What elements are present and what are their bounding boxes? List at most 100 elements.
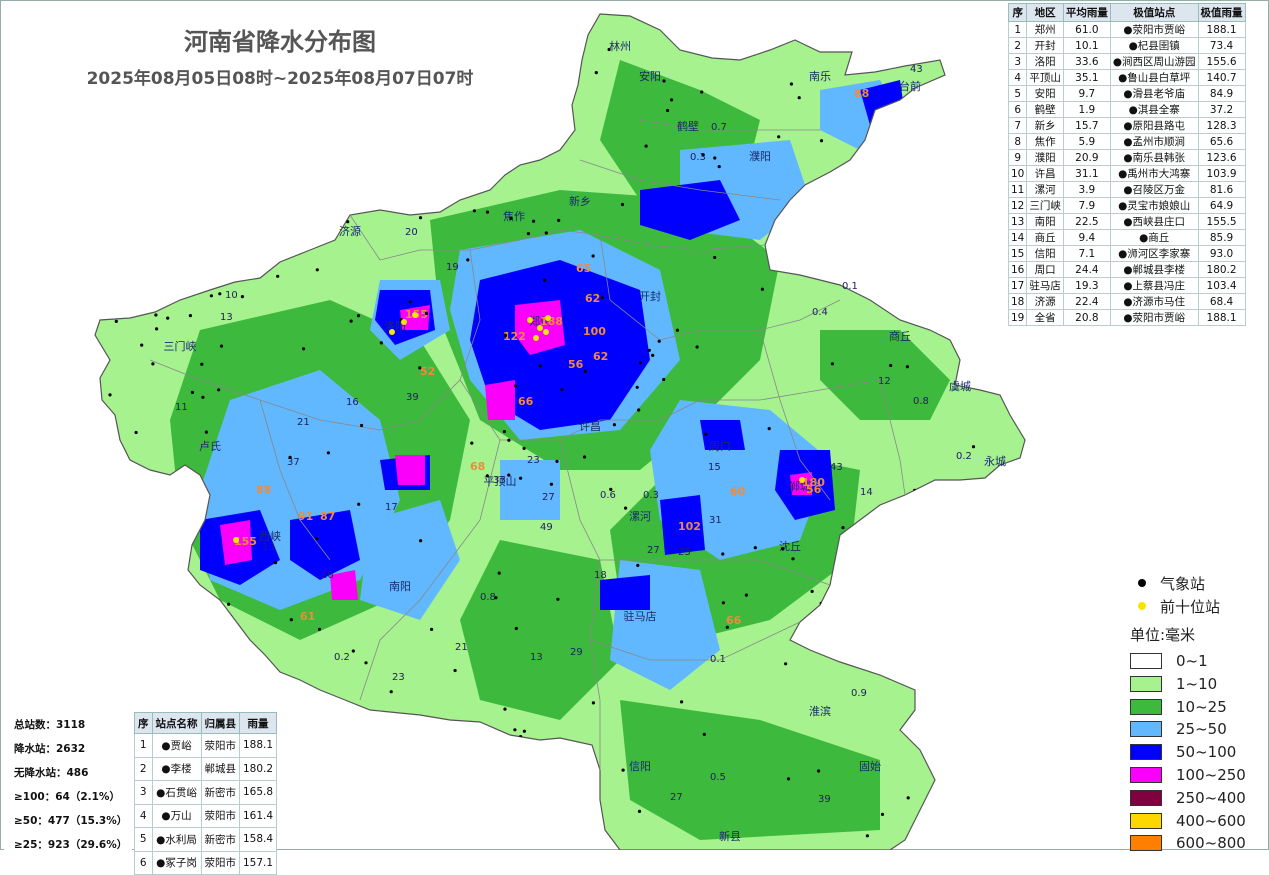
legend-swatch: [1130, 675, 1162, 692]
rain-value-label: 13: [262, 542, 275, 553]
station-dot: [130, 153, 134, 157]
city-table-cell: 35.1: [1062, 69, 1111, 86]
place-label: 三门峡: [164, 339, 197, 353]
rain-value-label: 0.1: [842, 281, 858, 292]
legend-bin: 0~1: [1130, 650, 1246, 673]
station-table-cell: 157.1: [238, 850, 278, 875]
station-dot: [418, 366, 422, 370]
place-label: 安阳: [639, 69, 661, 83]
station-dot: [261, 673, 265, 677]
station-dot: [420, 820, 424, 824]
city-table-cell: 10.1: [1062, 37, 1111, 54]
legend-bin: 100~250: [1130, 764, 1246, 787]
station-dot: [364, 661, 368, 665]
station-dot: [424, 311, 429, 316]
rain-value-label: 29: [570, 647, 583, 658]
city-table-cell: 1.9: [1062, 101, 1111, 118]
station-dot: [638, 361, 643, 365]
station-dot: [867, 146, 871, 150]
station-dot: [607, 47, 611, 52]
station-dot: [134, 430, 138, 435]
city-table-cell: ●济源市马住: [1109, 293, 1199, 310]
city-table-row: 3 洛阳 33.6 ●涧西区周山游园 155.6: [1007, 53, 1246, 70]
place-label: 南阳: [389, 580, 411, 593]
station-table-cell: 4: [134, 803, 153, 828]
rain-value-label: 27: [647, 545, 660, 556]
stat-line: ≥25：923（29.6%）: [14, 838, 128, 851]
station-dot: [521, 811, 525, 815]
city-table-cell: 8: [1007, 133, 1028, 150]
city-table-cell: ●鲁山县白草坪: [1109, 69, 1199, 86]
city-table-cell: 140.7: [1197, 69, 1246, 86]
station-dot: [472, 209, 476, 213]
city-table-cell: 84.9: [1197, 85, 1246, 102]
city-table-cell: 济源: [1026, 293, 1064, 310]
city-table-cell: 5.9: [1062, 133, 1111, 150]
legend-bin: 10~25: [1130, 695, 1246, 718]
station-dot: [260, 58, 264, 62]
top10-station-dot: [527, 317, 533, 323]
stat-line: 降水站：2632: [14, 742, 86, 755]
legend-bin: 600~800: [1130, 832, 1246, 855]
station-dot: [503, 707, 507, 711]
station-dot: [108, 423, 112, 427]
place-label: 驻马店: [624, 609, 657, 623]
station-dot: [485, 210, 490, 214]
city-table-cell: ●孟州市顺涧: [1109, 133, 1199, 150]
city-table-cell: 64.9: [1197, 197, 1246, 214]
station-dot: [717, 165, 721, 169]
rain-value-label: 39: [406, 392, 419, 403]
legend-bin-label: 400~600: [1176, 811, 1246, 830]
station-dot: [154, 313, 158, 317]
station-dot: [430, 627, 434, 632]
station-dot: [753, 546, 757, 550]
city-table-cell: 商丘: [1026, 229, 1064, 246]
city-table-cell: 9.7: [1062, 85, 1111, 102]
station-dot: [188, 314, 192, 318]
rain-value-label: 49: [540, 522, 553, 533]
station-dot: [973, 521, 978, 526]
city-table-cell: 3: [1007, 53, 1028, 70]
station-dot: [953, 814, 957, 818]
station-dot: [543, 278, 547, 282]
station-dot: [550, 103, 554, 107]
station-dot: [184, 160, 189, 164]
station-dot: [524, 155, 529, 159]
city-table-cell: 7.9: [1062, 197, 1111, 214]
rain-value-label: 102: [678, 520, 701, 533]
top-station-table: 序站点名称 归属县 雨量 1 ●贾峪 荥阳市 188.1 2 ●李楼 郸城县 180.2 3 ●石贯峪…: [134, 712, 278, 875]
station-table-cell: ●冢子岗: [151, 850, 202, 875]
place-label: 信阳: [629, 760, 651, 773]
rain-value-label: 10: [225, 290, 238, 301]
rain-value-label: 17: [385, 502, 398, 513]
city-table-cell: ●原阳县路屯: [1109, 117, 1199, 134]
station-dot: [528, 830, 532, 834]
station-dot: [135, 514, 139, 518]
station-dot: [140, 343, 144, 347]
legend-bin-label: 50~100: [1176, 743, 1237, 762]
station-dot: [240, 295, 244, 299]
city-table-cell: 4: [1007, 69, 1028, 86]
station-dot: [657, 339, 661, 343]
top10-station-dot: [799, 477, 805, 483]
station-dot: [514, 626, 518, 631]
station-dot: [721, 552, 725, 556]
station-dot: [513, 101, 517, 105]
legend-swatch: [1130, 698, 1162, 715]
top10-station-dot: [533, 335, 539, 341]
station-dot: [209, 294, 213, 298]
rain-value-label: 15: [708, 462, 721, 473]
city-table-cell: 123.6: [1197, 149, 1246, 166]
city-table-cell: 16: [1007, 261, 1028, 278]
city-table-row: 5 安阳 9.7 ●滑县老爷庙 84.9: [1007, 85, 1246, 102]
legend-swatch: [1130, 789, 1162, 806]
city-table-cell: 14: [1007, 229, 1028, 246]
city-table-cell: 128.3: [1197, 117, 1246, 134]
top10-station-dot: [543, 329, 549, 335]
station-dot: [583, 792, 587, 796]
station-table-row: 2 ●李楼 郸城县 180.2: [134, 756, 278, 781]
city-table-row: 13 南阳 22.5 ●西峡县庄口 155.5: [1007, 213, 1246, 230]
city-table-cell: 驻马店: [1026, 277, 1064, 294]
rain-value-label: 0.8: [480, 592, 496, 603]
city-table-cell: 9: [1007, 149, 1028, 166]
